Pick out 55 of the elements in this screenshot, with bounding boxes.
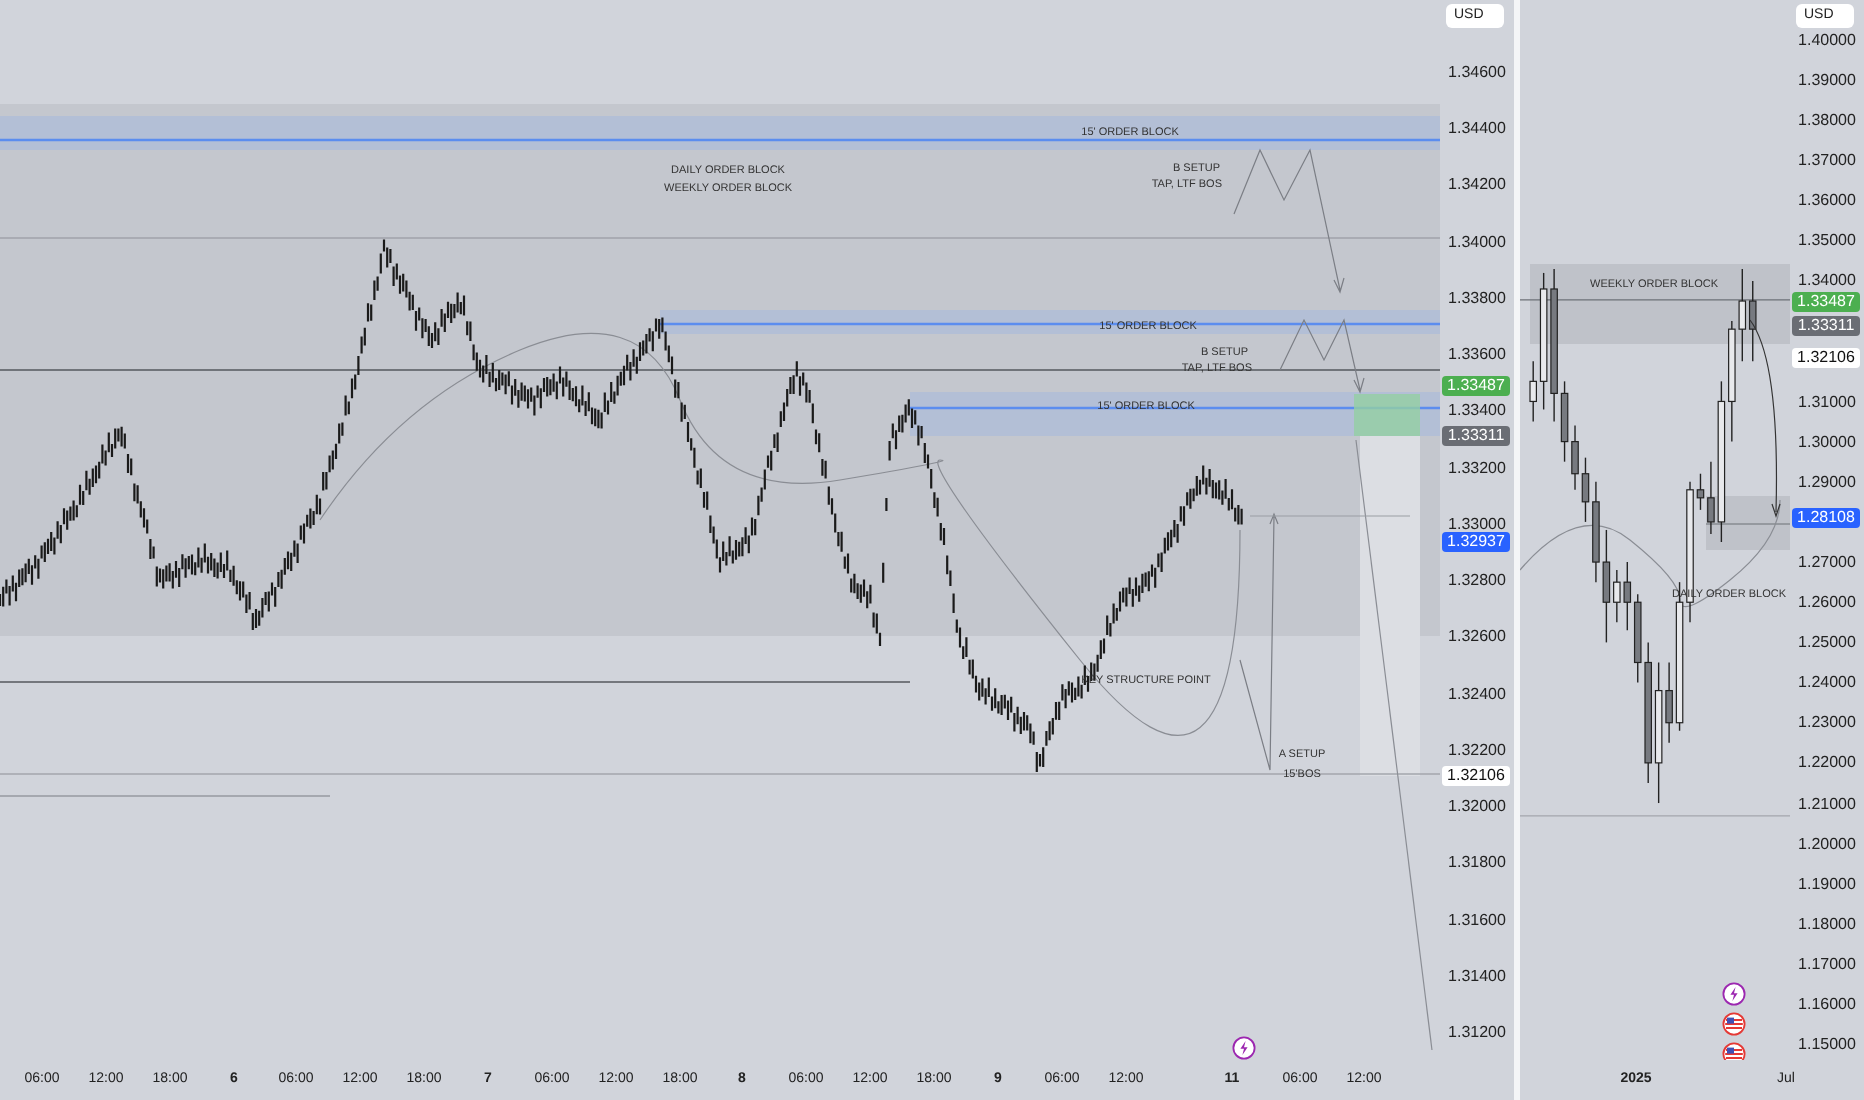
price-label: 1.34000 (1446, 232, 1508, 251)
price-label: 1.31600 (1446, 910, 1508, 929)
price-label: 1.33200 (1446, 458, 1508, 477)
price-tag: 1.32106 (1792, 347, 1860, 367)
price-label: 1.40000 (1796, 31, 1858, 49)
price-label: 1.37000 (1796, 151, 1858, 170)
price-tag: 1.33311 (1792, 315, 1860, 336)
price-label: 1.34600 (1446, 63, 1508, 81)
price-tag: 1.28108 (1792, 507, 1860, 528)
price-label: 1.39000 (1796, 71, 1858, 90)
price-label: 1.31200 (1446, 1023, 1508, 1041)
price-label: 1.18000 (1796, 914, 1858, 933)
price-label: 1.21000 (1796, 794, 1858, 813)
price-label: 1.33000 (1446, 514, 1508, 533)
price-label: 1.16000 (1796, 994, 1858, 1013)
price-label: 1.34400 (1446, 119, 1508, 138)
price-label: 1.23000 (1796, 713, 1858, 732)
price-label: 1.33600 (1446, 345, 1508, 364)
price-tag: 1.32106 (1442, 766, 1510, 787)
price-label: 1.31800 (1446, 853, 1508, 872)
price-label: 1.17000 (1796, 954, 1858, 973)
price-label: 1.24000 (1796, 673, 1858, 692)
price-label: 1.15000 (1796, 1035, 1858, 1053)
flag-icon[interactable] (1722, 1042, 1746, 1060)
flag-icon[interactable] (1722, 1012, 1746, 1036)
price-label: 1.22000 (1796, 753, 1858, 772)
price-label: 1.25000 (1796, 633, 1858, 652)
price-label: 1.31000 (1796, 392, 1858, 411)
price-label: 1.33400 (1446, 401, 1508, 420)
price-label: 1.34000 (1796, 271, 1858, 290)
price-label: 1.32600 (1446, 627, 1508, 646)
price-label: 1.32200 (1446, 740, 1508, 759)
price-label: 1.31400 (1446, 966, 1508, 985)
projection-arrow (1279, 318, 1365, 394)
price-tag: 1.33311 (1442, 425, 1510, 446)
price-label: 1.29000 (1796, 472, 1858, 491)
price-label: 1.33800 (1446, 288, 1508, 307)
price-tag: 1.33487 (1442, 376, 1510, 397)
price-label: 1.32800 (1446, 571, 1508, 590)
target-zone (1354, 394, 1420, 436)
price-label: 1.27000 (1796, 553, 1858, 572)
price-label: 1.35000 (1796, 231, 1858, 250)
price-tag: 1.32937 (1442, 531, 1510, 552)
price-label: 1.30000 (1796, 432, 1858, 451)
lightning-icon[interactable] (1232, 1036, 1256, 1060)
price-label: 1.32400 (1446, 684, 1508, 703)
price-label: 1.19000 (1796, 874, 1858, 893)
price-label: 1.32000 (1446, 797, 1508, 816)
price-label: 1.26000 (1796, 593, 1858, 612)
price-label: 1.38000 (1796, 111, 1858, 130)
price-label: 1.34200 (1446, 175, 1508, 194)
price-tag: 1.33487 (1792, 291, 1860, 312)
price-label: 1.20000 (1796, 834, 1858, 853)
lightning-icon[interactable] (1722, 982, 1746, 1006)
price-label: 1.36000 (1796, 191, 1858, 210)
